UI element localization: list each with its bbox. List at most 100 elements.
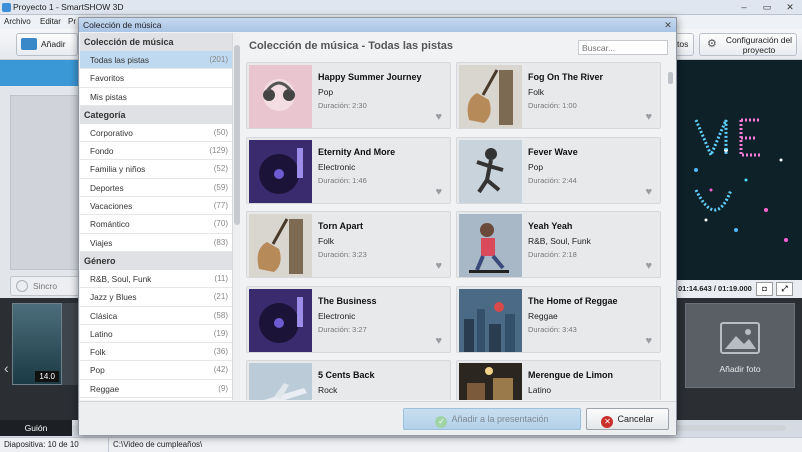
track-duration: Duración: 2:18 (528, 250, 577, 259)
category-item[interactable]: Mis pistas (80, 88, 232, 106)
status-path: C:\Video de cumpleaños\ (108, 438, 202, 452)
track-card[interactable]: Eternity And More Electronic Duración: 1:4… (246, 136, 451, 204)
slide-duration: 14.0 (35, 371, 59, 382)
category-item[interactable]: Clásica (58) (80, 307, 232, 325)
category-item[interactable]: Pop (42) (80, 361, 232, 380)
dialog-title: Colección de música (83, 20, 162, 30)
search-input[interactable] (578, 40, 668, 55)
category-section-header: Categoría (80, 105, 232, 124)
favorite-heart-icon[interactable]: ♥ (435, 260, 442, 272)
photo-icon (720, 322, 760, 354)
close-window-button[interactable]: ✕ (779, 1, 801, 13)
category-item-label: Favoritos (90, 73, 125, 84)
favorite-heart-icon[interactable]: ♥ (645, 111, 652, 123)
category-item[interactable]: R&B, Soul, Funk (11) (80, 270, 232, 289)
camera-icon (21, 38, 37, 50)
snapshot-camera-icon[interactable]: ◘ (756, 282, 773, 296)
track-duration: Duración: 2:44 (528, 175, 577, 185)
category-item-label: Jazz y Blues (90, 292, 137, 303)
category-item-count: (52) (213, 164, 228, 174)
menu-archivo[interactable]: Archivo (4, 15, 31, 29)
add-photo-button[interactable]: Añadir foto (685, 303, 795, 388)
track-card[interactable]: Fog On The River Folk Duración: 1:00 ♥ (456, 62, 661, 129)
track-title: 5 Cents Back (318, 370, 375, 380)
category-item-count: (77) (213, 201, 228, 211)
category-item[interactable]: Todas las pistas (201) (80, 51, 232, 70)
favorite-heart-icon[interactable]: ♥ (645, 260, 652, 272)
track-duration: Duración: 1:46 (318, 175, 367, 185)
category-item-count: (36) (213, 347, 228, 357)
cancel-button[interactable]: ✕ Cancelar (586, 408, 669, 430)
category-item-count: (21) (213, 292, 228, 302)
gear-icon: ⚙ (707, 38, 717, 50)
track-card[interactable]: Merengue de LimonLatinoDuración: 2:47♥ (456, 360, 661, 400)
category-item[interactable]: Reggae (9) (80, 380, 232, 399)
sync-icon (16, 280, 28, 292)
category-item-count: (59) (213, 182, 228, 192)
category-item[interactable]: Latino (19) (80, 325, 232, 344)
status-slide: Diapositiva: 10 de 10 (4, 440, 79, 449)
track-scroll-thumb[interactable] (668, 72, 673, 84)
scroll-left-icon[interactable]: ‹ (4, 360, 9, 376)
dialog-close-icon[interactable]: ✕ (663, 20, 673, 30)
category-item[interactable]: Romántico (70) (80, 215, 232, 234)
track-title: The Home of Reggae (528, 295, 618, 306)
preview-timebar: 01:14.643 / 01:19.000 ◘ ⤢ (676, 280, 802, 298)
preview-panel (676, 60, 802, 282)
category-item[interactable]: Familia y niños (52) (80, 160, 232, 179)
track-genre: Folk (318, 236, 335, 246)
category-list: Colección de música Todas las pistas (201)… (80, 33, 232, 400)
category-scroll-thumb[interactable] (234, 45, 240, 225)
track-thumbnail (459, 65, 522, 128)
track-card[interactable]: Fever Wave Pop Duración: 2:44 ♥ (456, 136, 661, 204)
add-to-presentation-button[interactable]: ✓ Añadir a la presentación (403, 408, 581, 430)
zoom-slider[interactable] (676, 425, 786, 431)
track-title: Torn Apart (318, 221, 363, 231)
category-item[interactable]: Corporativo (50) (80, 124, 232, 143)
favorite-heart-icon[interactable]: ♥ (435, 186, 442, 198)
menu-editar[interactable]: Editar (40, 15, 61, 29)
collection-heading: Colección de música - Todas las pistas (249, 40, 453, 52)
category-item[interactable]: Favoritos (80, 69, 232, 88)
track-card[interactable]: Torn Apart Folk Duración: 3:23 ♥ (246, 211, 451, 278)
sync-button[interactable]: Sincro (10, 276, 80, 296)
track-card[interactable]: Yeah Yeah R&B, Soul, Funk Duración: 2:18 ♥ (456, 211, 661, 278)
favorite-heart-icon[interactable]: ♥ (645, 186, 652, 198)
favorite-heart-icon[interactable]: ♥ (435, 335, 442, 347)
maximize-button[interactable]: ▭ (756, 1, 778, 13)
tab-guion[interactable]: Guión (0, 420, 72, 436)
add-to-presentation-label: Añadir a la presentación (451, 414, 549, 424)
track-thumbnail (249, 65, 312, 128)
favorite-heart-icon[interactable]: ♥ (645, 335, 652, 347)
window-title: Proyecto 1 - SmartSHOW 3D (13, 2, 124, 12)
category-item[interactable]: Jazz y Blues (21) (80, 288, 232, 307)
category-item[interactable]: Folk (36) (80, 343, 232, 362)
status-bar: Diapositiva: 10 de 10 C:\Video de cumple… (0, 437, 802, 452)
track-card[interactable]: Happy Summer Journey Pop Duración: 2:30 ♥ (246, 62, 451, 129)
partial-label: tos (677, 39, 689, 49)
fullscreen-icon[interactable]: ⤢ (776, 282, 793, 296)
project-settings-button[interactable]: ⚙ Configuración del proyecto (699, 33, 797, 56)
category-item-label: Mis pistas (90, 91, 127, 102)
track-grid: Happy Summer Journey Pop Duración: 2:30 ♥ Fo… (246, 62, 666, 400)
track-card[interactable]: The Home of Reggae Reggae Duración: 3:43 ♥ (456, 285, 661, 353)
add-button[interactable]: Añadir (16, 33, 78, 56)
category-item[interactable]: Deportes (59) (80, 179, 232, 198)
category-item-label: Familia y niños (90, 164, 146, 175)
category-item-count: (42) (213, 365, 228, 375)
favorite-heart-icon[interactable]: ♥ (435, 111, 442, 123)
track-card[interactable]: The Business Electronic Duración: 3:27 ♥ (246, 285, 451, 353)
track-genre: Reggae (528, 310, 558, 321)
slide-thumbnail[interactable]: 14.0 (12, 303, 62, 385)
track-card[interactable]: 5 Cents BackRockDuración: 2:06♥ (246, 360, 451, 400)
track-duration: Duración: 2:47 (528, 399, 577, 400)
category-item[interactable]: Viajes (83) (80, 234, 232, 252)
category-item[interactable]: Vacaciones (77) (80, 197, 232, 216)
project-settings-label: Configuración del proyecto (725, 35, 793, 55)
category-scrollbar[interactable] (232, 33, 240, 400)
minimize-button[interactable]: – (733, 1, 755, 13)
track-scrollbar[interactable] (666, 62, 675, 400)
category-item[interactable]: Fondo (129) (80, 142, 232, 161)
category-item-label: Viajes (90, 237, 113, 248)
menu-proyecto[interactable]: Pr (68, 15, 76, 29)
